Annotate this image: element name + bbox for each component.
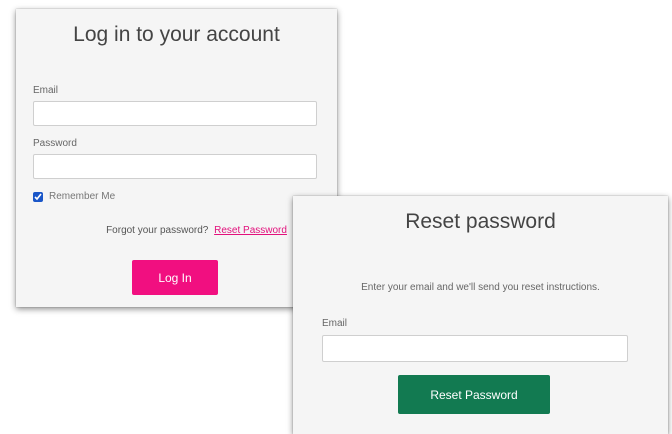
reset-email-input[interactable]	[322, 335, 628, 362]
login-title: Log in to your account	[73, 23, 280, 46]
remember-me-row: Remember Me	[33, 191, 115, 202]
reset-password-link[interactable]: Reset Password	[214, 225, 287, 236]
reset-email-label: Email	[322, 318, 348, 329]
forgot-password-text: Forgot your password?	[106, 225, 209, 236]
reset-password-card: Reset password Enter your email and we'l…	[293, 196, 668, 434]
remember-me-label: Remember Me	[49, 191, 116, 202]
remember-me-checkbox[interactable]	[33, 191, 43, 202]
login-email-label: Email	[33, 85, 59, 96]
login-password-input[interactable]	[33, 154, 317, 179]
reset-password-title: Reset password	[405, 210, 556, 233]
reset-instructions: Enter your email and we'll send you rese…	[361, 282, 600, 293]
login-email-input[interactable]	[33, 101, 317, 126]
login-card: Log in to your account Email Password Re…	[16, 9, 337, 307]
login-button[interactable]: Log In	[132, 260, 218, 295]
reset-password-button[interactable]: Reset Password	[398, 375, 550, 414]
login-password-label: Password	[33, 138, 77, 149]
forgot-password-row: Forgot your password? Reset Password	[16, 225, 337, 236]
